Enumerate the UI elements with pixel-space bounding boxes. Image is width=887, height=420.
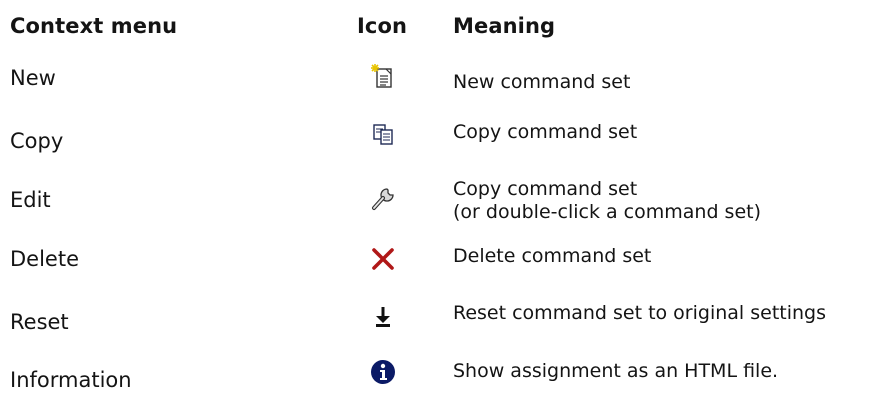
wrench-icon	[370, 186, 396, 212]
table-row: Information Show assignment as an HTML f…	[0, 360, 887, 420]
menu-item-edit: Edit	[10, 188, 51, 212]
meaning-delete: Delete command set	[453, 245, 652, 267]
meaning-information: Show assignment as an HTML file.	[453, 360, 779, 382]
delete-x-icon	[370, 246, 396, 272]
menu-item-new: New	[10, 66, 56, 90]
info-icon	[370, 359, 396, 385]
header-context-menu: Context menu	[10, 14, 178, 38]
reset-arrow-icon	[370, 304, 396, 330]
meaning-reset: Reset command set to original settings	[453, 302, 827, 324]
meaning-new: New command set	[453, 71, 631, 93]
table-row: Reset Reset command set to original sett…	[0, 302, 887, 365]
header-meaning: Meaning	[453, 14, 556, 38]
new-document-icon	[370, 63, 396, 89]
menu-item-delete: Delete	[10, 247, 79, 271]
meaning-copy: Copy command set	[453, 121, 638, 143]
table-row: Delete Delete command set	[0, 245, 887, 305]
header-icon: Icon	[357, 14, 408, 38]
table-row: Edit Copy command set (or double-click a…	[0, 178, 887, 246]
menu-item-reset: Reset	[10, 310, 69, 334]
menu-item-copy: Copy	[10, 129, 64, 153]
meaning-edit: Copy command set (or double-click a comm…	[453, 178, 761, 223]
copy-icon	[370, 121, 396, 147]
menu-item-information: Information	[10, 368, 132, 392]
table-row: New New command set	[0, 63, 887, 126]
